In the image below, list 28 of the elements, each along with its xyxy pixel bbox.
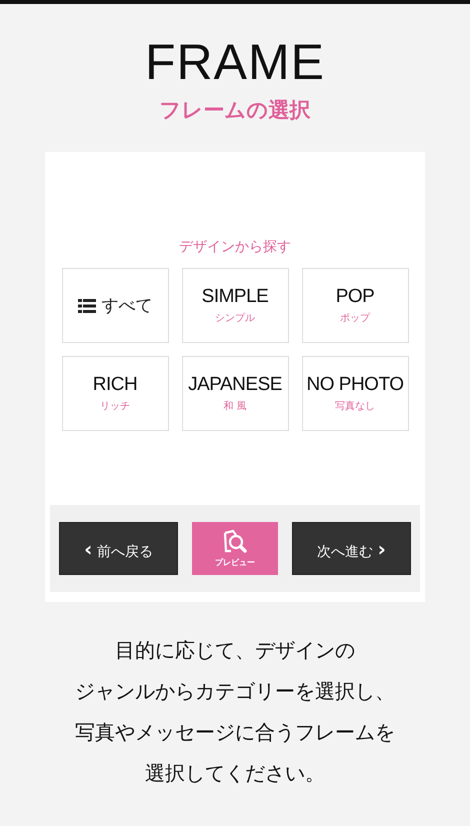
tile-label: RICH [92, 374, 138, 396]
tile-sublabel: 和 風 [223, 400, 247, 413]
tile-sublabel: ポップ [340, 312, 370, 325]
category-tile[interactable]: JAPANESE 和 風 [182, 356, 288, 431]
tile-label: SIMPLE [202, 286, 268, 308]
category-tile[interactable]: RICH リッチ [62, 356, 168, 431]
category-tile[interactable]: NO PHOTO 写真なし [302, 356, 408, 431]
tile-sublabel: リッチ [100, 400, 130, 413]
tile-sublabel: 写真なし [335, 400, 375, 413]
tile-sublabel: シンプル [215, 312, 255, 325]
tile-label: JAPANESE [188, 374, 282, 396]
description-line: 選択してください。 [145, 760, 325, 787]
category-tile[interactable]: POP ポップ [302, 268, 408, 343]
description-line: ジャンルからカテゴリーを選択し、 [75, 678, 395, 705]
back-button[interactable]: ‹ 前へ戻る [59, 522, 178, 575]
description-line: 写真やメッセージに合うフレームを [75, 719, 395, 746]
tile-label: NO PHOTO [306, 374, 404, 396]
page-subtitle: フレームの選択 [160, 97, 310, 124]
page-title: FRAME [145, 34, 325, 90]
tile-label: POP [336, 286, 374, 308]
next-button[interactable]: 次へ進む › [292, 522, 411, 575]
category-tile[interactable]: SIMPLE シンプル [182, 268, 288, 343]
list-icon [78, 298, 96, 312]
description-line: 目的に応じて、デザインの [115, 637, 355, 664]
tile-label: すべて [102, 295, 152, 317]
category-tile[interactable]: すべて [62, 268, 168, 343]
preview-icon [222, 529, 248, 555]
section-heading: デザインから探す [179, 238, 291, 256]
